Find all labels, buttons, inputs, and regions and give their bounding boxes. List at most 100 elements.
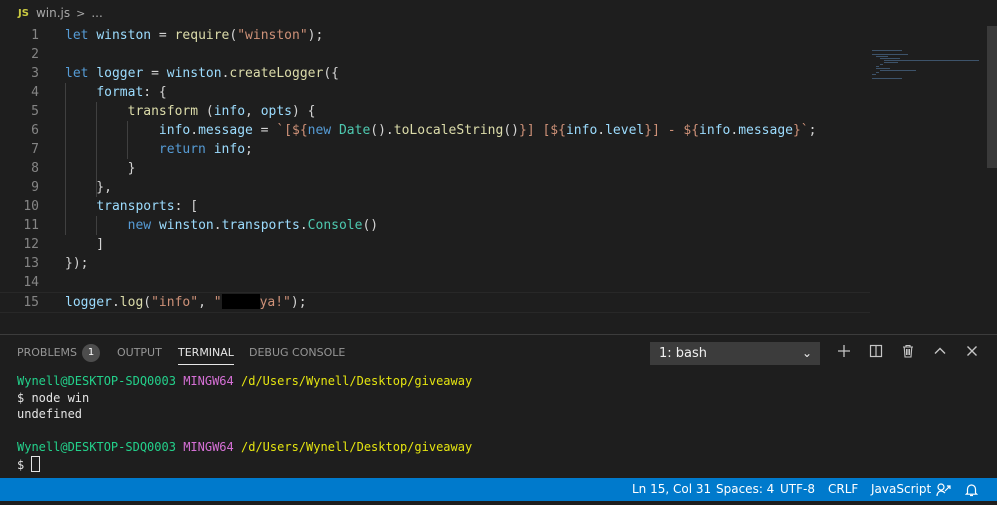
code-token: =: [143, 66, 167, 81]
code-line[interactable]: 8 }: [0, 159, 870, 178]
code-line[interactable]: 6 info.message = `[${new Date().toLocale…: [0, 121, 870, 140]
code-token: ": [213, 295, 222, 310]
code-token: level: [605, 123, 645, 138]
terminal-output[interactable]: Wynell@DESKTOP-SDQ0003 MINGW64 /d/Users/…: [17, 373, 472, 473]
code-line[interactable]: 7 return info;: [0, 140, 870, 159]
tab-terminal[interactable]: TERMINAL: [178, 335, 234, 371]
code-token: toLocaleString: [393, 123, 504, 138]
code-text: transports: [: [65, 197, 198, 216]
code-text: return info;: [65, 140, 253, 159]
code-token: },: [65, 180, 112, 195]
code-line[interactable]: 14: [0, 273, 870, 292]
code-token: ]: [65, 237, 105, 252]
line-number: 14: [23, 275, 39, 290]
status-indentation[interactable]: Spaces: 4: [716, 478, 774, 501]
code-token: );: [307, 28, 324, 43]
chevron-down-icon: ⌄: [801, 346, 812, 360]
status-encoding[interactable]: UTF-8: [780, 478, 815, 501]
editor-scrollbar[interactable]: [987, 26, 997, 168]
breadcrumb-file[interactable]: win.js: [36, 6, 70, 20]
code-text: transform (info, opts) {: [65, 102, 316, 121]
terminal-input-line[interactable]: $: [17, 455, 472, 473]
code-line[interactable]: 10 transports: [: [0, 197, 870, 216]
code-line[interactable]: 12 ]: [0, 235, 870, 254]
code-line[interactable]: 13});: [0, 254, 870, 273]
notifications-bell-icon[interactable]: [964, 482, 979, 505]
terminal-select-value: 1: bash: [659, 346, 708, 361]
terminal-prompt-line: Wynell@DESKTOP-SDQ0003 MINGW64 /d/Users/…: [17, 439, 472, 456]
code-token: opts: [260, 104, 293, 119]
code-token: logger: [96, 66, 144, 81]
prompt-path: /d/Users/Wynell/Desktop/giveaway: [241, 374, 473, 388]
code-token: "winston": [237, 28, 308, 43]
code-token: new: [127, 218, 152, 233]
line-number: 13: [23, 256, 39, 271]
close-icon[interactable]: [962, 343, 982, 363]
code-line[interactable]: 5 transform (info, opts) {: [0, 102, 870, 121]
code-token: .: [111, 295, 120, 310]
code-token: (: [198, 104, 214, 119]
tab-problems[interactable]: PROBLEMS 1: [17, 335, 101, 371]
code-token: `[${: [276, 123, 308, 138]
code-text: },: [65, 178, 112, 197]
code-token: return: [158, 142, 206, 157]
code-line[interactable]: 2: [0, 45, 870, 64]
line-number: 15: [23, 295, 39, 310]
code-text: ]: [65, 235, 104, 254]
code-line[interactable]: 3 let logger = winston.createLogger({: [0, 64, 870, 83]
tab-debug-console[interactable]: DEBUG CONSOLE: [249, 335, 345, 371]
split-icon[interactable]: [866, 343, 886, 363]
chevron-up-icon[interactable]: [930, 343, 950, 363]
terminal-output-line: undefined: [17, 407, 83, 422]
code-token: .: [299, 218, 308, 233]
code-token: );: [290, 295, 307, 310]
code-token: message: [738, 123, 793, 138]
line-number: 3: [31, 66, 39, 81]
tab-label: TERMINAL: [178, 346, 234, 359]
bottom-panel: PROBLEMS 1 OUTPUT TERMINAL DEBUG CONSOLE …: [0, 334, 997, 478]
code-token: "info": [151, 295, 199, 310]
feedback-icon[interactable]: [936, 482, 951, 505]
code-line[interactable]: 1 let winston = require("winston");: [0, 26, 870, 45]
code-line[interactable]: 9 },: [0, 178, 870, 197]
code-token: require: [174, 28, 230, 43]
code-token: .: [597, 123, 606, 138]
code-token: createLogger: [229, 66, 324, 81]
code-text: logger.log("info", " ya!");: [65, 293, 307, 312]
status-cursor-position[interactable]: Ln 15, Col 31: [632, 478, 711, 501]
tab-label: DEBUG CONSOLE: [249, 346, 346, 359]
code-token: (): [362, 218, 379, 233]
code-token: ({: [323, 66, 339, 81]
code-line[interactable]: 4 format: {: [0, 83, 870, 102]
terminal-command-line: $ node win: [17, 390, 90, 405]
code-token: info: [158, 123, 191, 138]
code-line[interactable]: 11 new winston.transports.Console(): [0, 216, 870, 235]
code-text: new winston.transports.Console(): [65, 216, 379, 235]
code-token: info: [213, 104, 246, 119]
code-token: : {: [143, 85, 167, 100]
tab-label: OUTPUT: [117, 346, 162, 359]
code-line[interactable]: 15 logger.log("info", " ya!");: [0, 292, 870, 313]
code-token: let: [65, 66, 89, 81]
minimap[interactable]: [872, 48, 982, 88]
code-token: Console: [307, 218, 363, 233]
plus-icon[interactable]: [834, 343, 854, 363]
line-number: 6: [31, 123, 39, 138]
code-editor[interactable]: 1 let winston = require("winston"); 2 3 let …: [0, 26, 997, 334]
line-number: 1: [31, 28, 39, 43]
status-language[interactable]: JavaScript: [871, 478, 931, 501]
status-eol[interactable]: CRLF: [828, 478, 858, 501]
trash-icon[interactable]: [898, 343, 918, 363]
code-token: message: [198, 123, 253, 138]
breadcrumb-more[interactable]: ...: [91, 6, 102, 20]
code-token: transports: [96, 199, 175, 214]
code-token: transform: [127, 104, 199, 119]
line-number: 2: [31, 47, 39, 62]
terminal-select[interactable]: 1: bash ⌄: [650, 342, 820, 365]
tab-output[interactable]: OUTPUT: [117, 335, 162, 371]
code-token: (: [143, 295, 152, 310]
